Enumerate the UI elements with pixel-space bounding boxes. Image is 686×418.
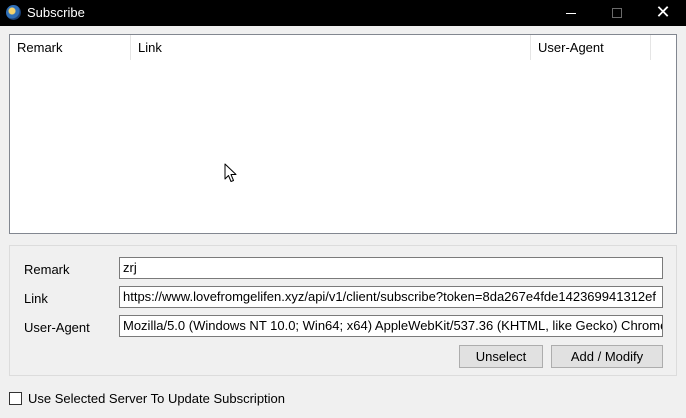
column-header-link[interactable]: Link — [131, 35, 531, 60]
remark-input[interactable]: zrj — [119, 257, 663, 279]
minimize-icon — [566, 12, 576, 14]
remark-label: Remark — [24, 262, 70, 277]
mouse-pointer-icon — [224, 163, 237, 182]
user-agent-label: User-Agent — [24, 320, 90, 335]
column-header-user-agent[interactable]: User-Agent — [531, 35, 651, 60]
minimize-button[interactable] — [548, 0, 594, 26]
window-title: Subscribe — [27, 5, 85, 20]
maximize-icon — [612, 8, 622, 18]
unselect-button[interactable]: Unselect — [459, 345, 543, 368]
add-modify-button[interactable]: Add / Modify — [551, 345, 663, 368]
subscription-edit-panel: Remark zrj Link https://www.lovefromgeli… — [9, 245, 677, 376]
use-selected-server-label[interactable]: Use Selected Server To Update Subscripti… — [28, 391, 285, 406]
subscription-list[interactable]: Remark Link User-Agent — [9, 34, 677, 234]
user-agent-input[interactable]: Mozilla/5.0 (Windows NT 10.0; Win64; x64… — [119, 315, 663, 337]
maximize-button[interactable] — [594, 0, 640, 26]
app-icon — [6, 5, 21, 20]
link-input[interactable]: https://www.lovefromgelifen.xyz/api/v1/c… — [119, 286, 663, 308]
close-icon: ✕ — [655, 2, 671, 23]
list-header: Remark Link User-Agent — [10, 35, 651, 60]
close-button[interactable]: ✕ — [640, 0, 686, 26]
use-selected-server-option[interactable]: Use Selected Server To Update Subscripti… — [9, 390, 285, 406]
link-label: Link — [24, 291, 48, 306]
title-bar[interactable]: Subscribe ✕ — [0, 0, 686, 26]
use-selected-server-checkbox[interactable] — [9, 391, 22, 405]
column-header-remark[interactable]: Remark — [10, 35, 131, 60]
